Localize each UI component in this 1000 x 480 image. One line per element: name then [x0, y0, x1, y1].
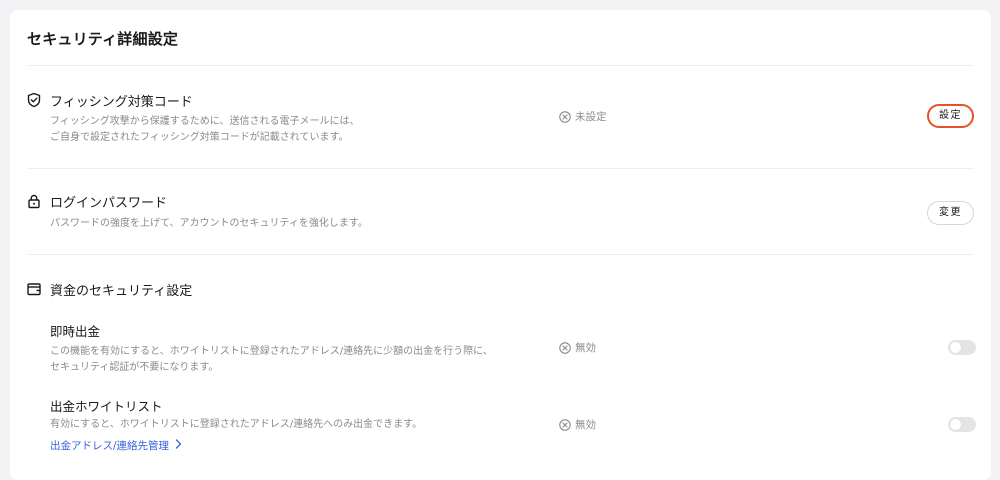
toggle-knob	[950, 342, 961, 353]
withdrawal-whitelist-title: 出金ホワイトリスト	[50, 399, 163, 414]
instant-withdrawal-status: 無効	[559, 340, 596, 355]
instant-withdrawal-title: 即時出金	[50, 324, 101, 339]
instant-withdrawal-desc-line1: この機能を有効にすると、ホワイトリストに登録されたアドレス/連絡先に少額の出金を…	[50, 346, 493, 357]
status-label: 無効	[575, 342, 596, 354]
instant-withdrawal-toggle[interactable]	[948, 340, 976, 355]
withdrawal-whitelist-toggle[interactable]	[948, 417, 976, 432]
login-password-title: ログインパスワード	[50, 196, 168, 211]
phishing-code-desc-line2: ご自身で設定されたフィッシング対策コードが記載されています。	[50, 132, 349, 143]
chevron-right-icon	[175, 439, 182, 452]
status-label: 無効	[575, 419, 596, 431]
divider	[27, 168, 974, 169]
lock-icon	[26, 193, 42, 209]
shield-check-icon	[26, 92, 42, 108]
instant-withdrawal-desc-line2: セキュリティ認証が不要になります。	[50, 362, 219, 373]
status-label: 未設定	[575, 111, 607, 123]
security-settings-card: セキュリティ詳細設定 フィッシング対策コード フィッシング攻撃から保護するために…	[10, 10, 991, 480]
x-circle-icon	[559, 418, 571, 431]
phishing-code-desc-line1: フィッシング攻撃から保護するために、送信される電子メールには、	[50, 116, 360, 127]
login-password-desc: パスワードの強度を上げて、アカウントのセキュリティを強化します。	[50, 218, 368, 229]
x-circle-icon	[559, 341, 571, 354]
page-title: セキュリティ詳細設定	[27, 30, 179, 48]
wallet-icon	[26, 281, 42, 297]
phishing-code-status: 未設定	[559, 109, 607, 124]
link-label: 出金アドレス/連絡先管理	[50, 440, 170, 452]
withdrawal-whitelist-status: 無効	[559, 417, 596, 432]
divider	[27, 254, 974, 255]
manage-withdrawal-addresses-link[interactable]: 出金アドレス/連絡先管理	[50, 438, 182, 453]
phishing-code-title: フィッシング対策コード	[50, 95, 193, 110]
funds-security-title: 資金のセキュリティ設定	[50, 284, 193, 299]
withdrawal-whitelist-desc: 有効にすると、ホワイトリストに登録されたアドレス/連絡先へのみ出金できます。	[50, 419, 423, 430]
set-phishing-code-button[interactable]: 設定	[927, 104, 974, 128]
x-circle-icon	[559, 110, 571, 123]
change-password-button[interactable]: 変更	[927, 201, 974, 225]
divider	[27, 65, 974, 66]
toggle-knob	[950, 419, 961, 430]
